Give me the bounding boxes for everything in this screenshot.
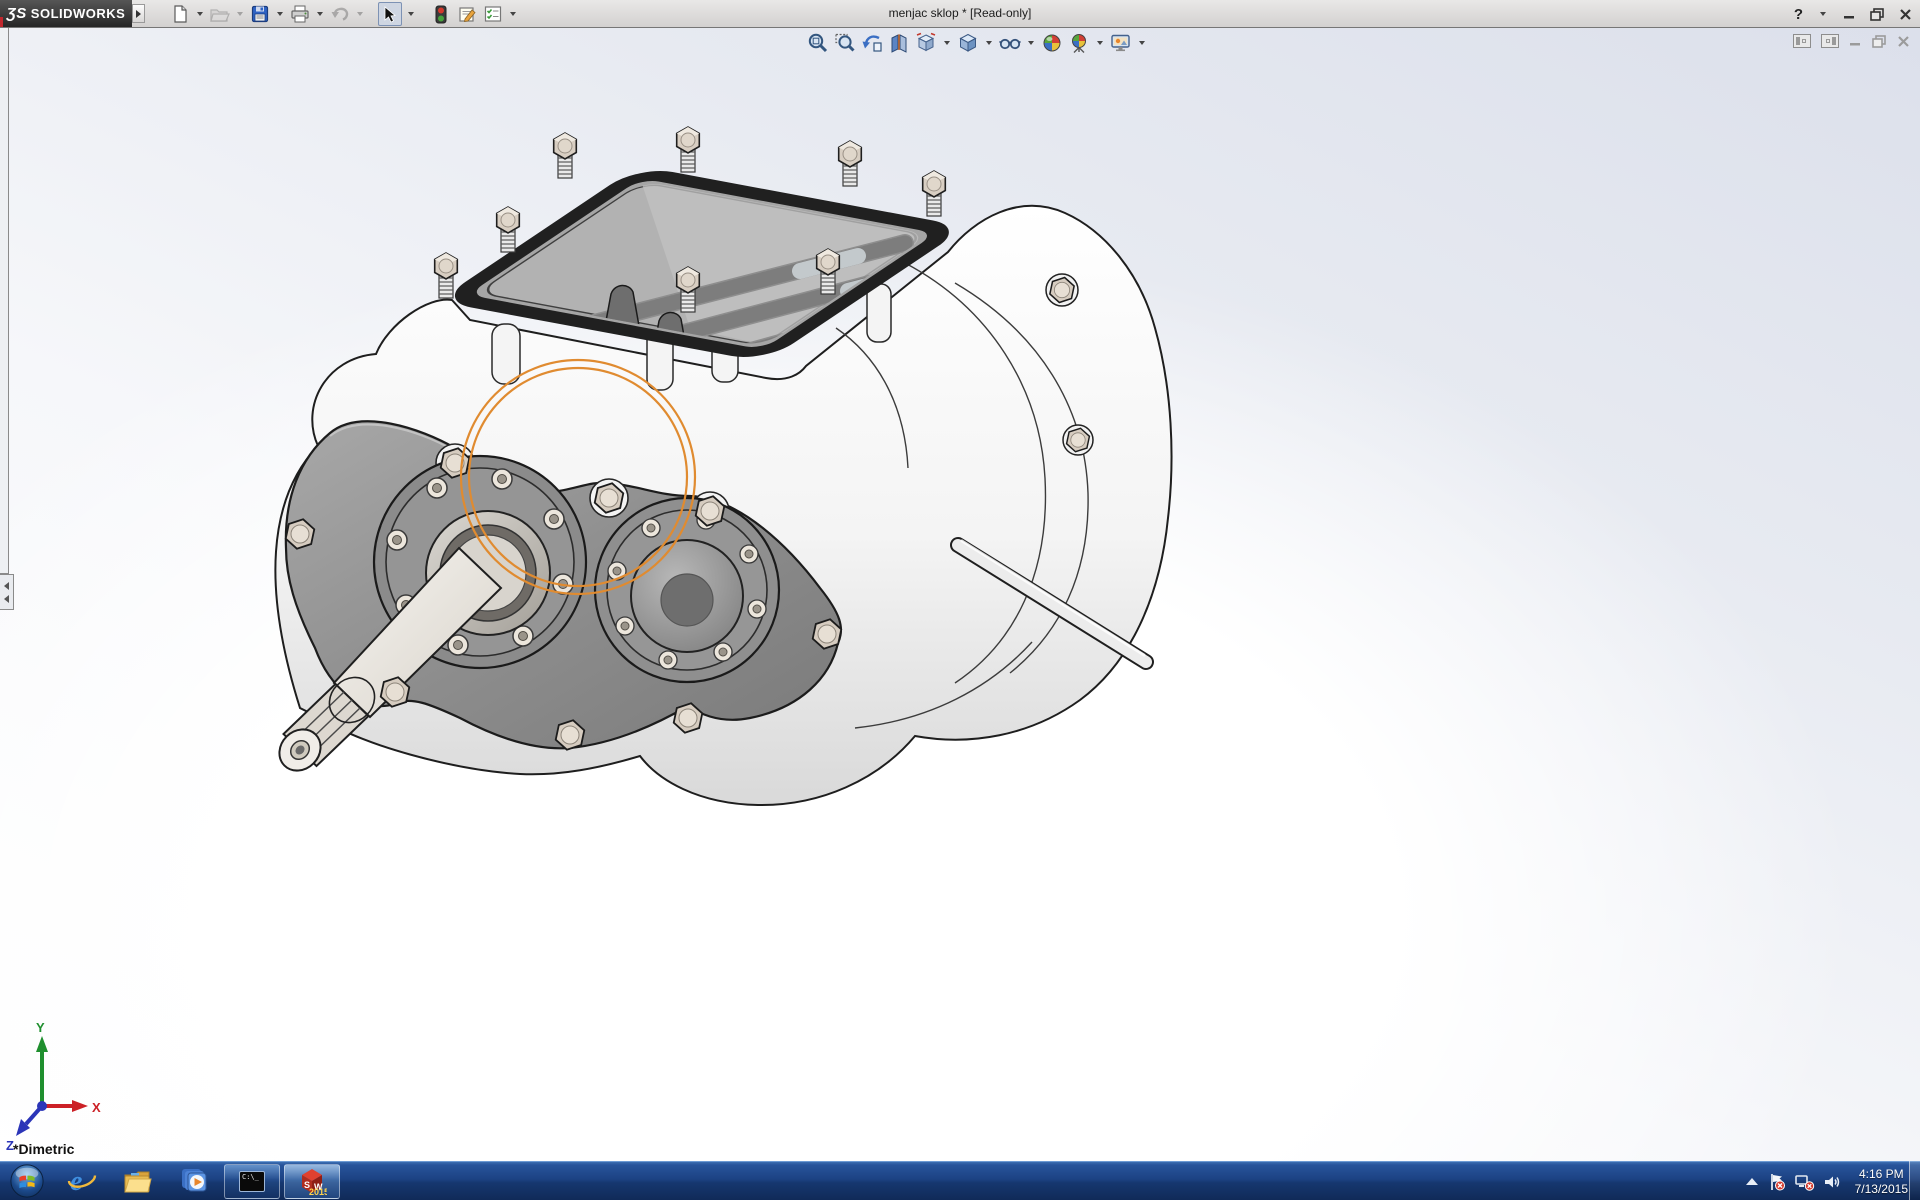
desktop: ƷS SOLIDWORKS: [0, 0, 1920, 1200]
new-document-icon: [171, 5, 189, 23]
minimize-button[interactable]: [1843, 8, 1856, 20]
solidworks-logo: ƷS SOLIDWORKS: [0, 0, 132, 27]
options-dropdown-arrow[interactable]: [510, 12, 516, 16]
windows-start-orb-icon: [9, 1163, 45, 1199]
save-dropdown-arrow[interactable]: [277, 12, 283, 16]
taskbar-item-internet-explorer[interactable]: e: [54, 1162, 110, 1200]
action-center-flag-icon[interactable]: [1768, 1173, 1786, 1191]
undo-icon: [330, 5, 350, 23]
taskbar-item-windows-explorer[interactable]: [110, 1162, 166, 1200]
taskbar-item-solidworks-2015[interactable]: S W 2015: [284, 1164, 340, 1199]
system-tray: 4:16 PM 7/13/2015: [1745, 1162, 1908, 1200]
gearbox-model[interactable]: Y X Z: [0, 28, 1920, 1161]
select-dropdown-button[interactable]: [404, 2, 417, 26]
triad-y-label: Y: [36, 1020, 45, 1035]
close-button[interactable]: [1899, 8, 1912, 21]
restore-button[interactable]: [1870, 8, 1885, 21]
comment-button[interactable]: [455, 2, 479, 26]
traffic-light-icon: [435, 5, 447, 24]
save-button[interactable]: [248, 2, 272, 26]
solidworks-2015-icon: S W 2015: [297, 1166, 327, 1196]
taskbar-clock[interactable]: 4:16 PM 7/13/2015: [1855, 1167, 1908, 1197]
window-controls: ?: [1794, 0, 1912, 28]
svg-text:2015: 2015: [309, 1187, 327, 1196]
triad-x-label: X: [92, 1100, 101, 1115]
checklist-icon: [483, 5, 503, 23]
graphics-viewport[interactable]: Y X Z *Dimetric: [0, 28, 1920, 1161]
reference-triad[interactable]: Y X Z: [6, 1020, 101, 1153]
taskbar-item-command-prompt[interactable]: C:\_: [224, 1164, 280, 1199]
print-button[interactable]: [288, 2, 312, 26]
select-button[interactable]: [378, 2, 402, 26]
chevron-right-icon: [136, 10, 141, 18]
logo-red-accent: [0, 17, 3, 27]
select-cursor-icon: [383, 6, 397, 23]
save-icon: [251, 5, 269, 23]
undo-dropdown-arrow[interactable]: [357, 12, 363, 16]
show-desktop-button[interactable]: [1909, 1161, 1920, 1200]
main-toolbar: [168, 1, 519, 27]
select-dropdown-arrow: [408, 12, 414, 16]
open-document-icon: [210, 5, 230, 23]
hidden-icons-arrow[interactable]: [1745, 1177, 1759, 1187]
svg-text:e: e: [70, 1166, 82, 1196]
print-icon: [290, 5, 310, 23]
solidworks-xpert-button[interactable]: [429, 2, 453, 26]
new-document-button[interactable]: [168, 2, 192, 26]
help-button[interactable]: ?: [1794, 6, 1803, 23]
help-dropdown-arrow[interactable]: [1820, 12, 1826, 16]
view-orientation-label: *Dimetric: [13, 1141, 74, 1157]
undo-button[interactable]: [328, 2, 352, 26]
open-dropdown-arrow[interactable]: [237, 12, 243, 16]
secondary-flange[interactable]: [595, 498, 779, 682]
internet-explorer-icon: e: [67, 1166, 97, 1196]
folder-icon: [123, 1167, 153, 1195]
taskbar-item-media-player[interactable]: [166, 1162, 222, 1200]
open-document-button[interactable]: [208, 2, 232, 26]
network-status-icon[interactable]: [1795, 1173, 1815, 1191]
solidworks-logo-name: SOLIDWORKS: [31, 6, 126, 21]
start-button[interactable]: [0, 1162, 54, 1200]
title-bar: ƷS SOLIDWORKS: [0, 0, 1920, 28]
new-dropdown-arrow[interactable]: [197, 12, 203, 16]
print-dropdown-arrow[interactable]: [317, 12, 323, 16]
note-edit-icon: [457, 5, 477, 23]
solidworks-logo-mark: ƷS: [7, 5, 27, 22]
clock-time: 4:16 PM: [1855, 1167, 1908, 1182]
command-prompt-icon: C:\_: [239, 1171, 265, 1192]
volume-icon[interactable]: [1824, 1174, 1842, 1190]
menu-expand-button[interactable]: [132, 4, 145, 23]
clock-date: 7/13/2015: [1855, 1182, 1908, 1197]
media-player-icon: [179, 1166, 209, 1196]
options-button[interactable]: [481, 2, 505, 26]
windows-taskbar: e C:\_: [0, 1161, 1920, 1200]
